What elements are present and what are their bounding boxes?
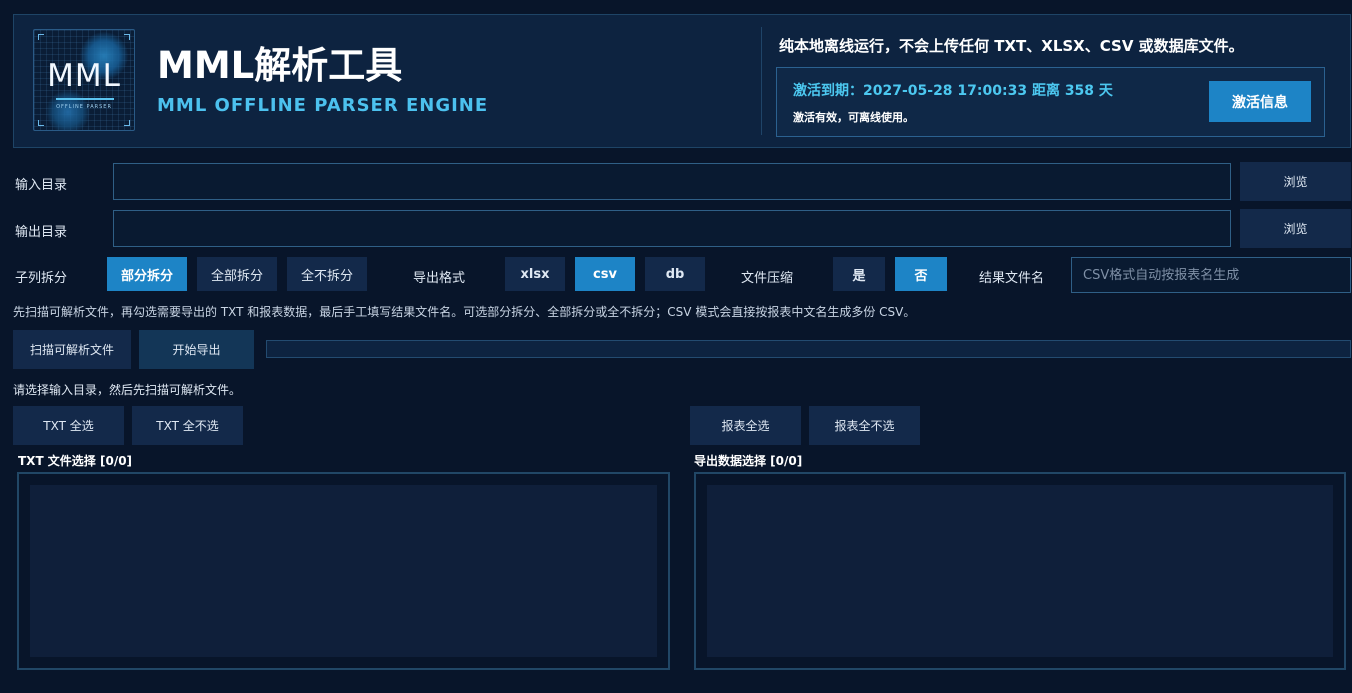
report-select-all-button[interactable]: 报表全选 [690,406,801,445]
app-logo: MML OFFLINE PARSER [33,29,135,131]
report-select-none-button[interactable]: 报表全不选 [809,406,920,445]
txt-select-all-button[interactable]: TXT 全选 [13,406,124,445]
activation-status: 激活有效，可离线使用。 [793,111,914,124]
status-message: 请选择输入目录，然后先扫描可解析文件。 [13,383,242,397]
split-none-option[interactable]: 全不拆分 [287,257,367,291]
format-csv-option[interactable]: csv [575,257,635,291]
app-title: MML解析工具 [157,44,403,87]
format-db-option[interactable]: db [645,257,705,291]
txt-panel-title: TXT 文件选择 [0/0] [18,454,133,468]
report-data-list-area[interactable] [707,485,1333,657]
activation-info-button[interactable]: 激活信息 [1209,81,1311,122]
output-dir-label: 输出目录 [15,225,68,240]
output-dir-browse-button[interactable]: 浏览 [1240,209,1351,248]
header-divider [761,27,762,135]
logo-subtext: OFFLINE PARSER [56,104,112,110]
app-window: MML OFFLINE PARSER MML解析工具 MML OFFLINE P… [0,0,1352,693]
result-filename-input[interactable] [1071,257,1351,293]
result-filename-label: 结果文件名 [979,271,1045,286]
compress-label: 文件压缩 [741,271,794,286]
input-dir-label: 输入目录 [15,178,68,193]
compress-yes-option[interactable]: 是 [833,257,885,291]
logo-text: MML [47,58,121,94]
input-dir-browse-button[interactable]: 浏览 [1240,162,1351,201]
txt-file-list[interactable] [17,472,670,670]
input-dir-field[interactable] [113,163,1231,200]
export-format-label: 导出格式 [413,271,466,286]
app-subtitle: MML OFFLINE PARSER ENGINE [157,95,489,116]
report-panel-title: 导出数据选择 [0/0] [694,454,803,468]
split-partial-option[interactable]: 部分拆分 [107,257,187,291]
split-all-option[interactable]: 全部拆分 [197,257,277,291]
activation-expiry: 激活到期：2027-05-28 17:00:33 距离 358 天 [793,83,1113,99]
offline-notice: 纯本地离线运行，不会上传任何 TXT、XLSX、CSV 或数据库文件。 [779,37,1244,55]
format-xlsx-option[interactable]: xlsx [505,257,565,291]
start-export-button[interactable]: 开始导出 [139,330,254,369]
txt-file-list-area[interactable] [30,485,657,657]
report-data-list[interactable] [694,472,1346,670]
compress-no-option[interactable]: 否 [895,257,947,291]
export-progress-bar [266,340,1351,358]
output-dir-field[interactable] [113,210,1231,247]
usage-hint: 先扫描可解析文件，再勾选需要导出的 TXT 和报表数据，最后手工填写结果文件名。… [13,305,916,319]
sub-column-split-label: 子列拆分 [15,271,68,286]
header-banner: MML OFFLINE PARSER MML解析工具 MML OFFLINE P… [13,14,1351,148]
scan-files-button[interactable]: 扫描可解析文件 [13,330,131,369]
activation-box: 激活到期：2027-05-28 17:00:33 距离 358 天 激活有效，可… [776,67,1325,137]
txt-select-none-button[interactable]: TXT 全不选 [132,406,243,445]
